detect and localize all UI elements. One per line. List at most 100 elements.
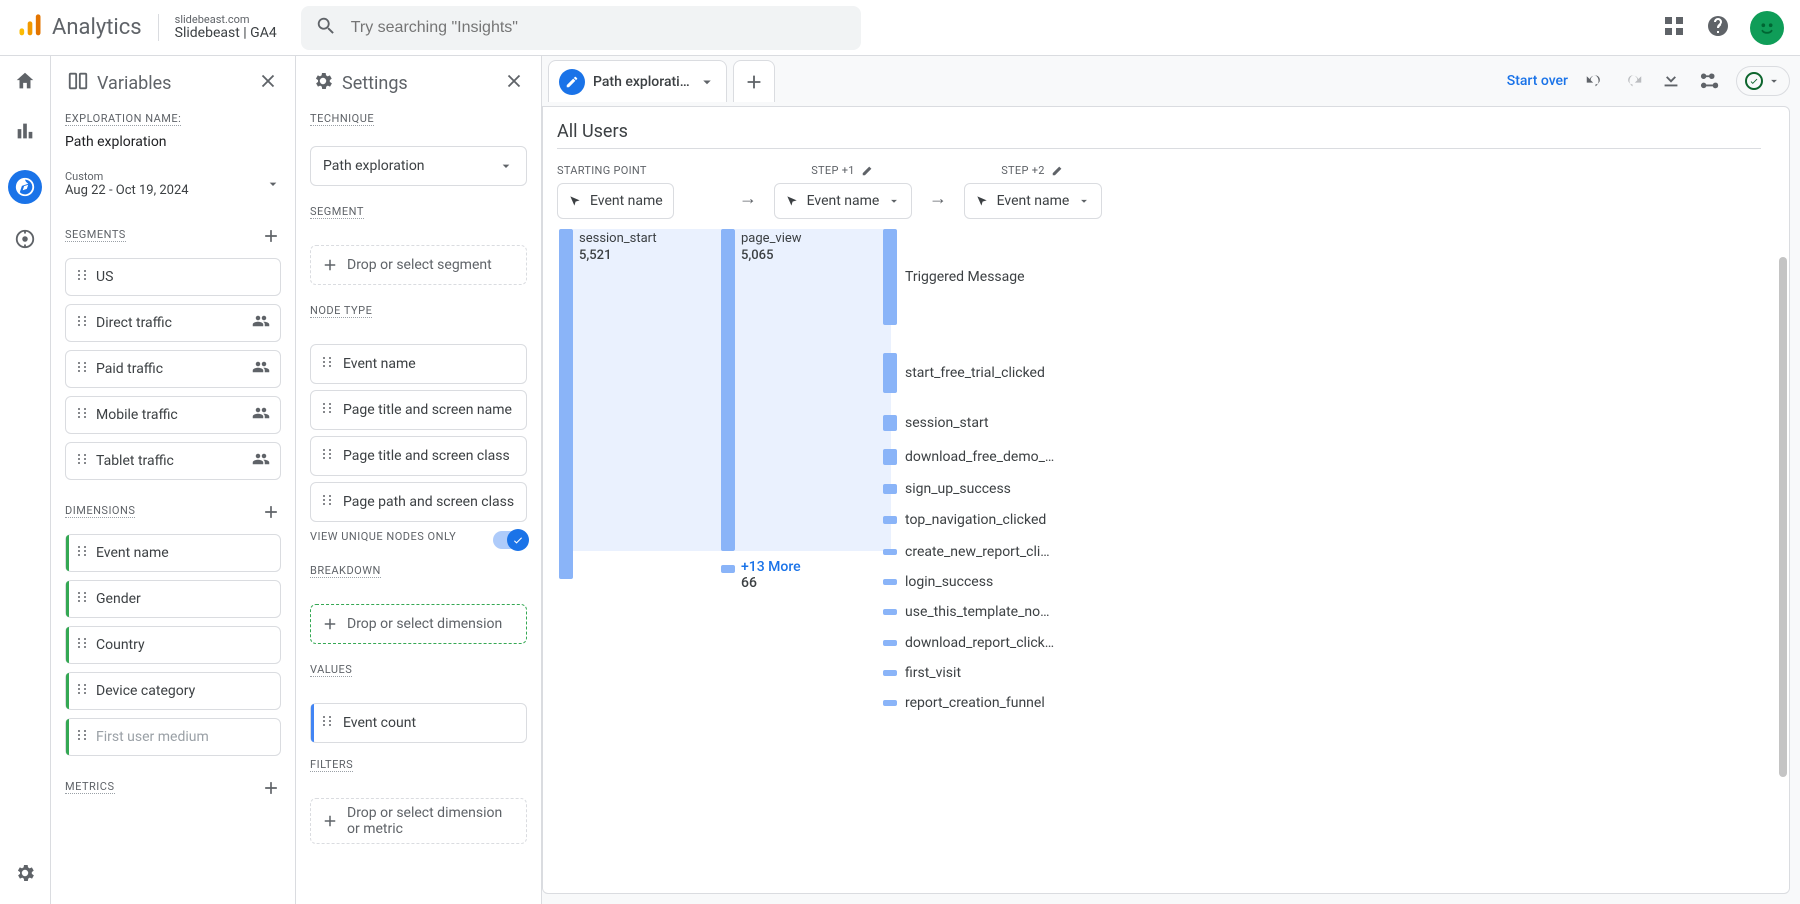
flow-area [735, 229, 891, 551]
step1-select[interactable]: Event name [774, 183, 913, 219]
sankey-node-label: Triggered Message [905, 269, 1025, 285]
step1-label: STEP +1 [811, 164, 855, 177]
undo-icon[interactable] [1584, 68, 1606, 94]
step-box-label: Event name [807, 193, 880, 209]
sankey-more-node[interactable]: +13 More 66 [741, 559, 801, 591]
segment-chip-label: Direct traffic [96, 315, 172, 331]
search-icon [315, 15, 337, 41]
sankey-step2-node[interactable]: download_report_click… [883, 635, 1054, 651]
sankey-node-label: create_new_report_cli… [905, 544, 1050, 560]
edit-step-icon[interactable] [861, 163, 875, 177]
segment-chip[interactable]: Direct traffic [65, 304, 281, 342]
dimension-chip[interactable]: Country [65, 626, 281, 664]
explore-icon[interactable] [8, 170, 42, 204]
search-bar[interactable] [301, 6, 861, 50]
dimension-chip[interactable]: Event name [65, 534, 281, 572]
dimension-chip[interactable]: First user medium [65, 718, 281, 756]
segment-chip[interactable]: Paid traffic [65, 350, 281, 388]
vertical-scrollbar[interactable] [1779, 257, 1787, 777]
dimension-chip[interactable]: Gender [65, 580, 281, 618]
sankey-step2-node[interactable]: report_creation_funnel [883, 695, 1045, 711]
unique-nodes-toggle[interactable] [493, 531, 527, 549]
sankey-step2-node[interactable]: Triggered Message [883, 229, 1025, 325]
segment-drop-zone[interactable]: Drop or select segment [310, 245, 527, 285]
sankey-step2-node[interactable]: top_navigation_clicked [883, 512, 1046, 528]
add-segment-icon[interactable] [261, 226, 281, 250]
advertising-icon[interactable] [14, 228, 36, 254]
search-input[interactable] [351, 19, 847, 37]
sankey-node-bar [883, 229, 897, 325]
sankey-node-label: login_success [905, 574, 993, 590]
drag-handle-icon [321, 356, 333, 372]
exploration-name-value[interactable]: Path exploration [65, 134, 281, 150]
help-icon[interactable] [1706, 14, 1730, 42]
drag-handle-icon [76, 545, 88, 561]
add-metric-icon[interactable] [261, 778, 281, 802]
node-type-chip[interactable]: Event name [310, 344, 527, 384]
sankey-step2-node[interactable]: sign_up_success [883, 481, 1011, 497]
breakdown-drop-zone[interactable]: Drop or select dimension [310, 604, 527, 644]
sankey-node-bar [883, 484, 897, 494]
user-avatar[interactable] [1750, 11, 1784, 45]
plus-icon [321, 256, 339, 274]
segment-chip-label: Paid traffic [96, 361, 163, 377]
sankey-step2-node[interactable]: use_this_template_no… [883, 604, 1049, 620]
segment-name-heading: All Users [557, 121, 1761, 149]
dimension-chip[interactable]: Device category [65, 672, 281, 710]
drag-handle-icon [76, 315, 88, 331]
download-icon[interactable] [1660, 68, 1682, 94]
technique-select[interactable]: Path exploration [310, 146, 527, 186]
people-icon [252, 312, 270, 334]
dimension-chip-label: Gender [96, 591, 141, 607]
admin-gear-icon[interactable] [14, 862, 36, 888]
breakdown-label: BREAKDOWN [310, 564, 381, 578]
sankey-node-bar [883, 549, 897, 555]
home-icon[interactable] [14, 70, 36, 96]
technique-label: TECHNIQUE [310, 112, 374, 126]
node-type-chip[interactable]: Page title and screen class [310, 436, 527, 476]
settings-title: Settings [342, 73, 408, 94]
segment-chip[interactable]: Mobile traffic [65, 396, 281, 434]
plus-icon [321, 615, 339, 633]
date-range-picker[interactable]: Custom Aug 22 - Oct 19, 2024 [65, 164, 281, 204]
sankey-node-label: session_start [905, 415, 989, 431]
step2-select[interactable]: Event name [964, 183, 1103, 219]
node-type-label: NODE TYPE [310, 304, 372, 318]
segment-chip-label: US [96, 269, 113, 285]
sankey-step2-node[interactable]: start_free_trial_clicked [883, 353, 1045, 393]
segment-chip[interactable]: Tablet traffic [65, 442, 281, 480]
sankey-step2-node[interactable]: download_free_demo_… [883, 449, 1054, 465]
apps-icon[interactable] [1662, 14, 1686, 42]
sankey-step2-node[interactable]: login_success [883, 574, 993, 590]
property-switcher[interactable]: slidebeast.com Slidebeast | GA4 [158, 14, 277, 41]
filters-drop-zone[interactable]: Drop or select dimension or metric [310, 798, 527, 844]
reports-icon[interactable] [14, 120, 36, 146]
segment-chip[interactable]: US [65, 258, 281, 296]
exploration-tab[interactable]: Path explorati… [548, 60, 727, 102]
sankey-node-bar [883, 353, 897, 393]
share-icon[interactable] [1698, 68, 1720, 94]
redo-icon[interactable] [1622, 68, 1644, 94]
start-over-button[interactable]: Start over [1507, 73, 1568, 89]
sankey-step2-node[interactable]: first_visit [883, 665, 961, 681]
chevron-down-icon [498, 158, 514, 174]
add-dimension-icon[interactable] [261, 502, 281, 526]
sankey-bar-start[interactable] [559, 229, 573, 579]
sankey-bar-step1[interactable] [721, 229, 735, 551]
edit-step-icon[interactable] [1051, 163, 1065, 177]
sankey-bar-more[interactable] [721, 565, 735, 573]
values-chip[interactable]: Event count [310, 703, 527, 743]
sankey-step2-node[interactable]: create_new_report_cli… [883, 544, 1050, 560]
sankey-node-bar [883, 449, 897, 465]
node-type-chip-label: Event name [343, 356, 416, 372]
add-tab-button[interactable] [733, 60, 775, 102]
close-variables-icon[interactable] [257, 70, 279, 97]
sankey-node-label: top_navigation_clicked [905, 512, 1046, 528]
data-quality-pill[interactable] [1736, 66, 1790, 96]
starting-point-select[interactable]: Event name [557, 183, 674, 219]
node-type-chip[interactable]: Page title and screen name [310, 390, 527, 430]
close-settings-icon[interactable] [503, 70, 525, 97]
node-type-chip[interactable]: Page path and screen class [310, 482, 527, 522]
sankey-step2-node[interactable]: session_start [883, 415, 989, 431]
drag-handle-icon [321, 494, 333, 510]
